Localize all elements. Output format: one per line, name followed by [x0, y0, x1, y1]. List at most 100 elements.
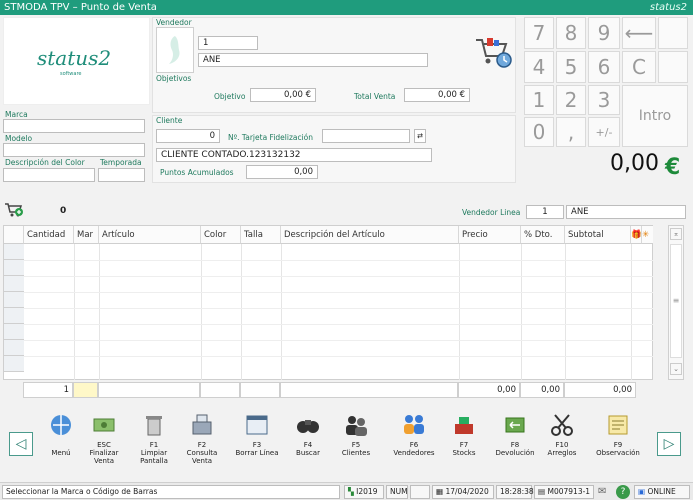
col-precio[interactable]: Precio — [459, 226, 521, 244]
objetivo-label: Objetivo — [214, 92, 246, 101]
sales-lines-table[interactable]: Cantidad Mar Artículo Color Talla Descri… — [3, 225, 653, 380]
title-bar: STMODA TPV – Punto de Venta status2 — [0, 0, 693, 15]
key-6[interactable]: 6 — [588, 51, 620, 83]
clientes-button[interactable]: F5 Clientes — [331, 412, 381, 470]
toolbar-next-button[interactable]: ▷ — [657, 432, 681, 456]
col-descripcion[interactable]: Descripción del Artículo — [281, 226, 459, 244]
cart-add-icon[interactable] — [4, 201, 24, 219]
brand-logo: status2 — [649, 2, 687, 13]
entry-talla-input[interactable] — [240, 382, 280, 398]
arreglos-button[interactable]: F10 Arreglos — [537, 412, 587, 470]
mail-icon[interactable]: ✉ — [598, 486, 612, 498]
modelo-input[interactable] — [3, 143, 145, 157]
limpiar-pantalla-button[interactable]: F1 Limpiar Pantalla — [129, 412, 179, 470]
col-cantidad[interactable]: Cantidad — [24, 226, 74, 244]
col-color[interactable]: Color — [201, 226, 241, 244]
return-icon — [502, 412, 528, 438]
table-row-header[interactable] — [4, 244, 24, 260]
table-row-header[interactable] — [4, 324, 24, 340]
key-8[interactable]: 8 — [556, 17, 586, 49]
cliente-code-input[interactable]: 0 — [156, 129, 220, 143]
devolucion-button[interactable]: F8 Devolución — [490, 412, 540, 470]
objetivos-label: Objetivos — [156, 74, 192, 83]
vendedor-linea-label: Vendedor Linea — [462, 208, 521, 217]
key-2[interactable]: 2 — [556, 85, 586, 115]
entry-marca-input[interactable] — [73, 382, 98, 398]
status-code: ▚ I2019 — [344, 485, 384, 499]
tarjeta-input[interactable] — [322, 129, 410, 143]
buscar-button[interactable]: F4 Buscar — [283, 412, 333, 470]
key-intro[interactable]: Intro — [622, 85, 688, 147]
key-1[interactable]: 1 — [524, 85, 554, 115]
consulta-venta-button[interactable]: F2 Consulta Venta — [177, 412, 227, 470]
help-icon[interactable]: ? — [616, 485, 630, 499]
entry-precio-input[interactable]: 0,00 — [458, 382, 520, 398]
vendedor-code-input[interactable]: 1 — [198, 36, 258, 50]
temporada-label: Temporada — [100, 158, 142, 167]
col-subtotal[interactable]: Subtotal — [565, 226, 631, 244]
objetivo-value: 0,00 € — [250, 88, 316, 102]
stocks-button[interactable]: F7 Stocks — [439, 412, 489, 470]
key-5[interactable]: 5 — [556, 51, 586, 83]
scroll-thumb[interactable]: ≡ — [670, 244, 682, 358]
scroll-top-icon[interactable]: ⌅ — [670, 228, 682, 240]
key-3[interactable]: 3 — [588, 85, 620, 115]
table-row-header[interactable] — [4, 356, 24, 372]
color-input[interactable] — [3, 168, 95, 182]
printer-icon: ▤ — [538, 487, 546, 496]
table-row-header[interactable] — [4, 260, 24, 276]
entry-color-input[interactable] — [200, 382, 240, 398]
key-plus-minus[interactable]: +/- — [588, 117, 620, 147]
key-comma[interactable]: , — [556, 117, 586, 147]
status-online: ▣ ONLINE — [634, 485, 690, 499]
finalizar-venta-button[interactable]: ESC Finalizar Venta — [79, 412, 129, 470]
col-talla[interactable]: Talla — [241, 226, 281, 244]
key-9[interactable]: 9 — [588, 17, 620, 49]
sparkle-icon[interactable]: ✳ — [642, 226, 653, 244]
vendedor-linea-code[interactable]: 1 — [526, 205, 564, 219]
marca-input[interactable] — [3, 119, 145, 133]
table-row-header[interactable] — [4, 340, 24, 356]
scroll-bottom-icon[interactable]: ⌄ — [670, 363, 682, 375]
status-num: NUM — [386, 485, 408, 499]
col-articulo[interactable]: Artículo — [99, 226, 201, 244]
key-backspace[interactable]: ⟵ — [622, 17, 656, 49]
borrar-linea-button[interactable]: F3 Borrar Línea — [232, 412, 282, 470]
col-mar[interactable]: Mar — [74, 226, 99, 244]
table-scrollbar[interactable]: ⌅ ≡ ⌄ — [668, 225, 684, 380]
vendedores-button[interactable]: F6 Vendedores — [389, 412, 439, 470]
observacion-button[interactable]: F9 Observación — [593, 412, 643, 470]
status-time: 18:28:38 — [496, 485, 534, 499]
temporada-input[interactable] — [98, 168, 145, 182]
monitor-icon: ▣ — [638, 487, 646, 496]
modelo-label: Modelo — [5, 134, 33, 143]
key-blank-2[interactable] — [658, 51, 688, 83]
euro-icon: € — [665, 155, 681, 180]
key-clear[interactable]: C — [622, 51, 656, 83]
key-blank-1[interactable] — [658, 17, 688, 49]
vendedor-linea-name[interactable]: ANE — [566, 205, 686, 219]
gift-icon[interactable]: 🎁 — [631, 226, 642, 244]
key-0[interactable]: 0 — [524, 117, 554, 147]
cash-icon — [91, 412, 117, 438]
key-7[interactable]: 7 — [524, 17, 554, 49]
toolbar-prev-button[interactable]: ◁ — [9, 432, 33, 456]
key-4[interactable]: 4 — [524, 51, 554, 83]
cliente-name-input[interactable]: CLIENTE CONTADO.123132132 — [156, 148, 432, 162]
table-row-header[interactable] — [4, 276, 24, 292]
card-reader-icon[interactable]: ⇄ — [414, 129, 426, 143]
calendar-icon: ▦ — [436, 487, 444, 496]
shopping-cart-clock-icon[interactable] — [474, 34, 512, 70]
total-venta-label: Total Venta — [354, 92, 396, 101]
col-dto[interactable]: % Dto. — [521, 226, 565, 244]
window-title: STMODA TPV – Punto de Venta — [4, 2, 157, 13]
table-row-header[interactable] — [4, 292, 24, 308]
status-date: ▦ 17/04/2020 — [432, 485, 494, 499]
binoculars-icon — [295, 412, 321, 438]
entry-descripcion-input[interactable] — [280, 382, 458, 398]
table-row-header[interactable] — [4, 308, 24, 324]
vendedor-name-input[interactable]: ANE — [198, 53, 428, 67]
entry-dto-input[interactable]: 0,00 — [520, 382, 564, 398]
entry-articulo-input[interactable] — [98, 382, 200, 398]
entry-cantidad-input[interactable]: 1 — [23, 382, 73, 398]
